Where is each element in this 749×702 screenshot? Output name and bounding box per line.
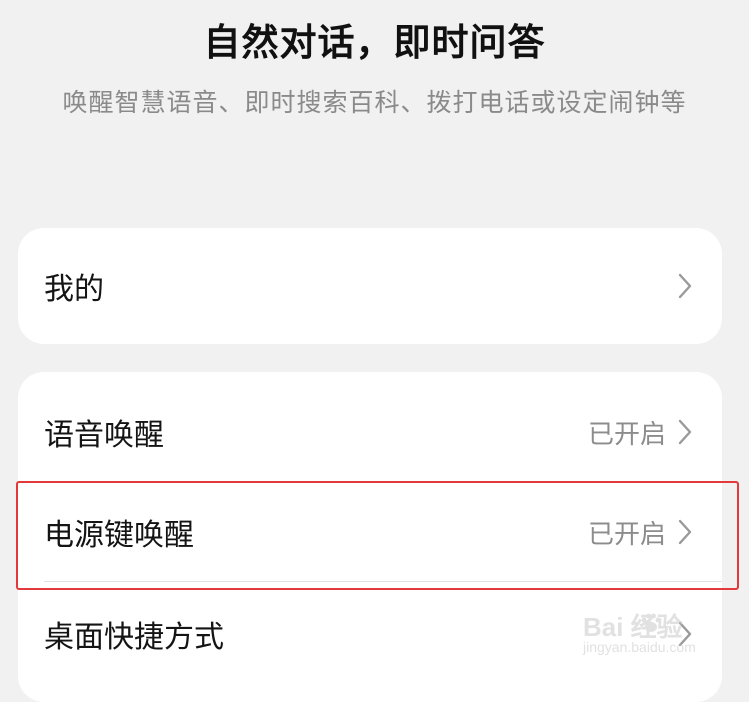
chevron-right-icon [674,517,696,547]
voice-wake-row[interactable]: 语音唤醒 已开启 [18,382,722,482]
chevron-right-icon [674,417,696,447]
desktop-shortcut-label: 桌面快捷方式 [44,620,224,655]
watermark-url: jingyan.baidu.com [583,639,696,655]
watermark: Bai 经验 jingyan.baidu.com [583,607,733,667]
voice-wake-label: 语音唤醒 [44,418,164,453]
chevron-right-icon [674,271,696,301]
voice-wake-status: 已开启 [587,419,666,450]
page-title: 自然对话，即时问答 [203,21,546,64]
mine-card: 我的 [18,228,722,344]
mine-row[interactable]: 我的 [18,236,722,336]
power-key-wake-label: 电源键唤醒 [44,518,194,553]
power-key-wake-status: 已开启 [587,519,666,550]
page-subtitle: 唤醒智慧语音、即时搜索百科、拨打电话或设定闹钟等 [62,88,687,117]
row-divider [44,581,722,582]
power-key-wake-row[interactable]: 电源键唤醒 已开启 [18,482,722,582]
mine-label: 我的 [44,272,104,307]
paw-icon [639,611,663,635]
